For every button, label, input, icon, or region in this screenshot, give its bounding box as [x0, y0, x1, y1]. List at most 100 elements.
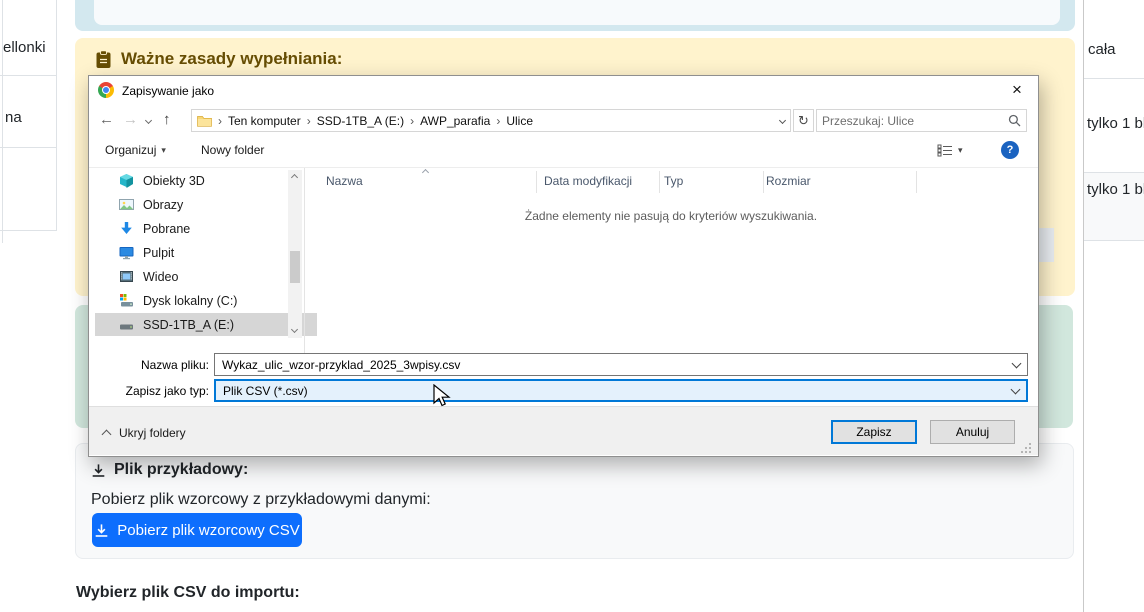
- dialog-titlebar[interactable]: Zapisywanie jako ×: [89, 76, 1038, 104]
- download-icon: [94, 523, 109, 538]
- address-dropdown-chevron-icon[interactable]: [779, 117, 786, 124]
- table-border: [0, 230, 57, 231]
- sample-description: Pobierz plik wzorcowy z przykładowymi da…: [91, 491, 431, 509]
- sample-file-section: Plik przykładowy: Pobierz plik wzorcowy …: [75, 443, 1074, 559]
- new-folder-label: Nowy folder: [201, 143, 264, 157]
- search-input[interactable]: [817, 112, 1008, 130]
- refresh-button[interactable]: ↻: [793, 109, 814, 132]
- breadcrumb-item[interactable]: SSD-1TB_A (E:): [317, 114, 404, 128]
- table-cell: ellonki: [3, 39, 46, 56]
- sidebar-item-pulpit[interactable]: Pulpit: [95, 241, 317, 264]
- dialog-title: Zapisywanie jako: [122, 84, 214, 98]
- hide-folders-button[interactable]: Ukryj foldery: [119, 426, 186, 440]
- cancel-button[interactable]: Anuluj: [930, 420, 1015, 444]
- download-template-button-label: Pobierz plik wzorcowy CSV: [117, 522, 300, 539]
- sidebar-item-wideo[interactable]: Wideo: [95, 265, 317, 288]
- help-button[interactable]: ?: [1001, 141, 1019, 159]
- column-divider[interactable]: [916, 171, 917, 193]
- column-header-rozmiar[interactable]: Rozmiar: [766, 174, 811, 188]
- info-alert: [75, 0, 1075, 31]
- table-border: [1084, 78, 1144, 79]
- breadcrumb-item[interactable]: Ten komputer: [228, 114, 301, 128]
- table-border: [1084, 240, 1144, 241]
- sidebar-item-pobrane[interactable]: Pobrane: [95, 217, 317, 240]
- sidebar-item-ssd-1tb-a-e[interactable]: SSD-1TB_A (E:): [95, 313, 317, 336]
- warning-heading: Ważne zasady wypełniania:: [95, 49, 342, 69]
- scrollbar-thumb[interactable]: [290, 251, 300, 283]
- breadcrumb-item[interactable]: AWP_parafia: [420, 114, 490, 128]
- sidebar-scrollbar[interactable]: [288, 170, 302, 338]
- breadcrumb-item[interactable]: Ulice: [506, 114, 533, 128]
- column-header-data-modyfikacji[interactable]: Data modyfikacji: [544, 174, 632, 188]
- table-border: [0, 147, 57, 148]
- table-cell: tylko 1 bl: [1087, 181, 1144, 198]
- column-header-nazwa[interactable]: Nazwa: [326, 174, 363, 188]
- file-name-value: Wykaz_ulic_wzor-przyklad_2025_3wpisy.csv: [222, 358, 460, 372]
- chevron-up-icon: [102, 430, 112, 440]
- caret-down-icon: ▾: [161, 145, 166, 156]
- cancel-button-label: Anuluj: [956, 425, 989, 439]
- file-name-label: Nazwa pliku:: [89, 358, 209, 372]
- table-cell: na: [5, 109, 22, 126]
- page-divider: [1083, 0, 1084, 612]
- dialog-footer: Ukryj foldery Zapisz Anuluj: [89, 406, 1038, 455]
- drive-icon: [119, 317, 134, 332]
- recent-locations-chevron-icon[interactable]: [145, 117, 152, 124]
- scroll-down-icon[interactable]: [291, 326, 298, 333]
- sidebar-item-label: Pulpit: [143, 246, 174, 260]
- table-border: [2, 0, 3, 243]
- screen: ellonki na Ważne zasady wypełniania:: [0, 0, 1144, 612]
- forward-button[interactable]: →: [123, 112, 138, 127]
- sidebar-item-dysk-lokalny-c[interactable]: Dysk lokalny (C:): [95, 289, 317, 312]
- search-box[interactable]: [816, 109, 1027, 132]
- organize-label: Organizuj: [105, 143, 156, 157]
- back-button[interactable]: ←: [99, 112, 114, 127]
- table-border: [56, 0, 57, 230]
- scroll-up-icon[interactable]: [291, 174, 298, 181]
- sidebar-divider: [304, 168, 305, 353]
- column-divider[interactable]: [763, 171, 764, 193]
- sort-ascending-icon: [422, 169, 429, 176]
- sidebar-item-obiekty-3d[interactable]: Obiekty 3D: [95, 169, 317, 192]
- info-alert-inner: [94, 0, 1060, 25]
- mouse-cursor: [431, 384, 451, 408]
- file-type-value: Plik CSV (*.csv): [223, 384, 308, 398]
- search-icon: [1008, 114, 1021, 127]
- close-icon: ×: [1012, 80, 1022, 100]
- file-type-combobox[interactable]: Plik CSV (*.csv): [214, 379, 1028, 402]
- up-button[interactable]: ↑: [163, 112, 171, 127]
- download-template-button[interactable]: Pobierz plik wzorcowy CSV: [92, 513, 302, 547]
- sidebar-item-label: SSD-1TB_A (E:): [143, 318, 234, 332]
- sidebar-item-label: Pobrane: [143, 222, 190, 236]
- sample-heading-label: Plik przykładowy:: [114, 461, 248, 479]
- new-folder-button[interactable]: Nowy folder: [201, 143, 264, 157]
- column-divider[interactable]: [659, 171, 660, 193]
- clipboard-icon: [95, 50, 112, 69]
- crumb-separator: ›: [307, 114, 311, 128]
- save-button[interactable]: Zapisz: [831, 420, 917, 444]
- help-icon: ?: [1007, 144, 1014, 156]
- sidebar-item-obrazy[interactable]: Obrazy: [95, 193, 317, 216]
- chrome-icon: [98, 82, 114, 98]
- desktop-icon: [119, 245, 134, 260]
- address-bar[interactable]: › Ten komputer › SSD-1TB_A (E:) › AWP_pa…: [191, 109, 791, 132]
- system-drive-icon: [119, 293, 134, 308]
- organize-menu-button[interactable]: Organizuj ▾: [105, 143, 166, 157]
- view-mode-button[interactable]: ▾: [937, 144, 963, 157]
- resize-grip[interactable]: [1021, 443, 1023, 445]
- save-dialog: Zapisywanie jako × ← → ↑ › Ten komputer …: [88, 75, 1039, 457]
- sidebar-item-label: Dysk lokalny (C:): [143, 294, 237, 308]
- pictures-icon: [119, 197, 134, 212]
- close-button[interactable]: ×: [1003, 79, 1031, 101]
- column-header-typ[interactable]: Typ: [664, 174, 683, 188]
- column-divider[interactable]: [536, 171, 537, 193]
- sidebar-item-label: Obrazy: [143, 198, 183, 212]
- caret-down-icon: ▾: [958, 145, 963, 156]
- crumb-separator: ›: [410, 114, 414, 128]
- table-cell: cała: [1088, 41, 1116, 58]
- file-name-combobox[interactable]: Wykaz_ulic_wzor-przyklad_2025_3wpisy.csv: [214, 353, 1028, 376]
- import-heading: Wybierz plik CSV do importu:: [76, 584, 300, 602]
- folder-icon: [197, 115, 212, 127]
- sample-heading: Plik przykładowy:: [91, 461, 248, 479]
- save-button-label: Zapisz: [856, 425, 891, 439]
